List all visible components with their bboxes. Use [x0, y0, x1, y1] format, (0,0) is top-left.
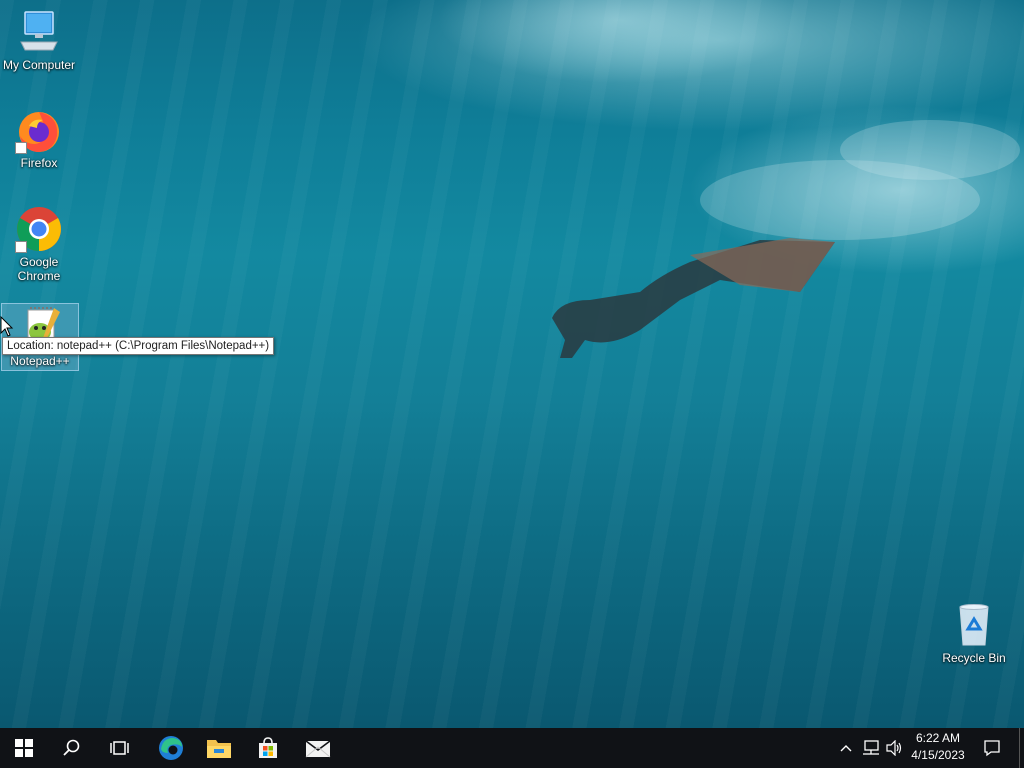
edge-icon — [159, 736, 183, 760]
search-button[interactable] — [48, 728, 96, 768]
desktop-icon-label: My Computer — [2, 58, 76, 72]
start-button[interactable] — [0, 728, 48, 768]
volume-icon — [886, 740, 902, 756]
recycle-bin-icon — [950, 601, 998, 649]
desktop-icon-firefox[interactable]: Firefox — [1, 106, 77, 170]
firefox-icon — [15, 106, 63, 154]
show-desktop-button[interactable] — [1019, 728, 1024, 768]
shortcut-arrow-icon — [15, 142, 27, 154]
start-icon — [15, 739, 33, 757]
file-explorer-icon — [207, 740, 231, 758]
file-explorer-button[interactable] — [195, 728, 243, 768]
network-icon — [863, 740, 879, 755]
shortcut-arrow-icon — [15, 241, 27, 253]
location-tooltip: Location: notepad++ (C:\Program Files\No… — [2, 337, 275, 355]
wallpaper-diver — [552, 120, 1020, 358]
show-hidden-icons-button[interactable] — [836, 728, 856, 768]
desktop-icon-label: Notepad++ — [10, 354, 70, 368]
task-view-icon — [110, 741, 129, 755]
desktop-icon-label: Google Chrome — [17, 255, 61, 283]
mail-icon — [305, 740, 331, 758]
mail-button[interactable] — [294, 728, 342, 768]
chrome-icon — [15, 205, 63, 253]
clock-date: 4/15/2023 — [911, 748, 965, 762]
computer-icon — [15, 8, 63, 56]
action-center-button[interactable] — [978, 728, 1006, 768]
desktop-icon-label: Firefox — [20, 156, 58, 170]
taskbar: 6:22 AM 4/15/2023 — [0, 728, 1024, 768]
desktop-icon-google-chrome[interactable]: Google Chrome — [1, 205, 77, 283]
clock-time: 6:22 AM — [915, 731, 961, 745]
notification-icon — [984, 740, 1000, 757]
store-icon — [259, 737, 277, 758]
desktop-icon-my-computer[interactable]: My Computer — [1, 8, 77, 72]
chevron-up-icon — [840, 745, 852, 752]
mouse-cursor-icon — [0, 316, 14, 337]
search-icon — [63, 739, 80, 756]
store-button[interactable] — [244, 728, 292, 768]
desktop-icon-recycle-bin[interactable]: Recycle Bin — [936, 601, 1012, 665]
network-button[interactable] — [860, 728, 882, 768]
task-view-button[interactable] — [96, 728, 144, 768]
system-clock[interactable]: 6:22 AM 4/15/2023 — [903, 730, 973, 766]
desktop-icon-label: Recycle Bin — [942, 651, 1006, 665]
edge-button[interactable] — [147, 728, 195, 768]
